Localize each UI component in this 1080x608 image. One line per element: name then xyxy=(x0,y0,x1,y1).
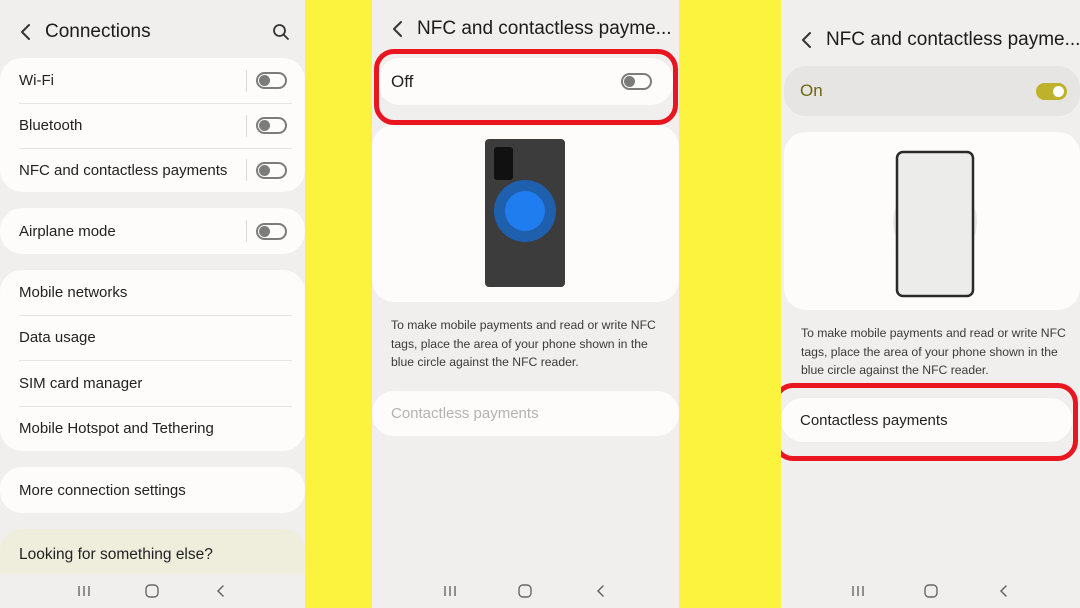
back-button[interactable] xyxy=(384,15,412,43)
suggestion-text: Looking for something else? xyxy=(19,546,213,563)
search-icon xyxy=(273,24,289,40)
setting-row-bluetooth[interactable]: Bluetooth xyxy=(0,103,305,148)
setting-row-sim-manager[interactable]: SIM card manager xyxy=(0,360,305,406)
suggestion-row: Looking for something else? xyxy=(0,540,305,570)
nfc-header: NFC and contactless payme... xyxy=(372,15,679,43)
divider xyxy=(246,159,247,181)
back-nav-icon xyxy=(999,585,1007,597)
bluetooth-toggle[interactable] xyxy=(256,117,287,134)
highlight-contactless xyxy=(781,383,1078,461)
recents-button[interactable] xyxy=(847,580,869,602)
setting-label: Bluetooth xyxy=(19,117,83,134)
setting-row-airplane[interactable]: Airplane mode xyxy=(0,208,305,254)
illustration-card xyxy=(784,132,1080,310)
setting-row-mobile-networks[interactable]: Mobile networks xyxy=(0,270,305,315)
setting-label: Wi-Fi xyxy=(19,72,54,89)
nfc-description: To make mobile payments and read or writ… xyxy=(801,326,1066,378)
wifi-toggle[interactable] xyxy=(256,72,287,89)
setting-label: Mobile Hotspot and Tethering xyxy=(19,420,214,437)
home-icon xyxy=(923,584,938,598)
navigation-bar xyxy=(372,574,679,608)
more-settings-card: More connection settings xyxy=(0,467,305,513)
nfc-off-screen: NFC and contactless payme... Off To make… xyxy=(372,0,679,608)
recents-icon xyxy=(444,586,456,596)
toggle-knob xyxy=(259,164,270,176)
phone-nfc-illustration xyxy=(485,139,565,287)
back-button[interactable] xyxy=(12,18,40,46)
page-title: Connections xyxy=(45,21,151,42)
master-switch-label: On xyxy=(800,81,823,100)
toggle-knob xyxy=(259,120,270,131)
home-button[interactable] xyxy=(920,580,942,602)
back-nav-icon xyxy=(216,585,224,597)
highlight-off-switch xyxy=(374,49,678,125)
divider xyxy=(246,69,247,92)
master-switch-card[interactable]: On xyxy=(784,66,1080,116)
recents-icon xyxy=(78,586,90,596)
setting-label: Data usage xyxy=(19,329,96,346)
nfc-toggle[interactable] xyxy=(256,161,287,179)
navigation-bar xyxy=(0,574,305,608)
toggle-knob xyxy=(259,75,270,86)
nav-back-button[interactable] xyxy=(210,580,232,602)
setting-label: SIM card manager xyxy=(19,374,143,392)
airplane-toggle[interactable] xyxy=(256,222,287,240)
setting-row-nfc[interactable]: NFC and contactless payments xyxy=(0,148,305,192)
connections-header: Connections xyxy=(0,18,305,46)
setting-label: NFC and contactless payments xyxy=(19,161,228,179)
navigation-bar xyxy=(781,574,1080,608)
divider xyxy=(246,220,247,242)
connections-screen: Connections Wi-Fi Bluetooth NFC and cont… xyxy=(0,0,305,608)
back-nav-icon xyxy=(597,585,604,597)
home-button[interactable] xyxy=(141,580,163,602)
phone-illustration xyxy=(893,150,977,298)
page-title: NFC and contactless payme... xyxy=(825,29,1080,50)
home-button[interactable] xyxy=(514,580,536,602)
toggle-knob xyxy=(1053,85,1064,97)
master-switch-row: On xyxy=(784,66,1080,116)
nfc-description: To make mobile payments and read or writ… xyxy=(391,318,656,370)
toggles-card: Wi-Fi Bluetooth NFC and contactless paym… xyxy=(0,58,305,192)
chevron-left-icon xyxy=(801,32,811,48)
airplane-card: Airplane mode xyxy=(0,208,305,254)
nfc-on-screen: NFC and contactless payme... On To make … xyxy=(781,0,1080,608)
setting-row-hotspot[interactable]: Mobile Hotspot and Tethering xyxy=(0,406,305,451)
search-button[interactable] xyxy=(269,20,293,44)
setting-row-wifi[interactable]: Wi-Fi xyxy=(0,58,305,103)
divider xyxy=(246,114,247,137)
illustration-card xyxy=(372,125,679,302)
contactless-row: Contactless payments xyxy=(372,391,679,436)
chevron-left-icon xyxy=(21,24,30,40)
recents-icon xyxy=(851,586,864,596)
setting-row-more-connection[interactable]: More connection settings xyxy=(0,467,305,513)
setting-label: Mobile networks xyxy=(19,284,128,301)
nav-back-button[interactable] xyxy=(590,580,612,602)
home-icon xyxy=(145,584,160,598)
recents-button[interactable] xyxy=(73,580,95,602)
back-button[interactable] xyxy=(793,26,821,54)
setting-row-data-usage[interactable]: Data usage xyxy=(0,315,305,360)
contactless-label: Contactless payments xyxy=(391,405,539,422)
home-icon xyxy=(518,584,533,598)
nfc-master-toggle[interactable] xyxy=(1036,82,1067,100)
setting-label: Airplane mode xyxy=(19,222,116,240)
contactless-card: Contactless payments xyxy=(372,391,679,436)
recents-button[interactable] xyxy=(439,580,461,602)
chevron-left-icon xyxy=(393,21,402,37)
networks-card: Mobile networks Data usage SIM card mana… xyxy=(0,270,305,451)
nav-back-button[interactable] xyxy=(993,580,1015,602)
setting-label: More connection settings xyxy=(19,481,186,499)
nfc-header: NFC and contactless payme... xyxy=(781,26,1080,54)
page-title: NFC and contactless payme... xyxy=(417,18,672,39)
toggle-knob xyxy=(259,225,270,237)
